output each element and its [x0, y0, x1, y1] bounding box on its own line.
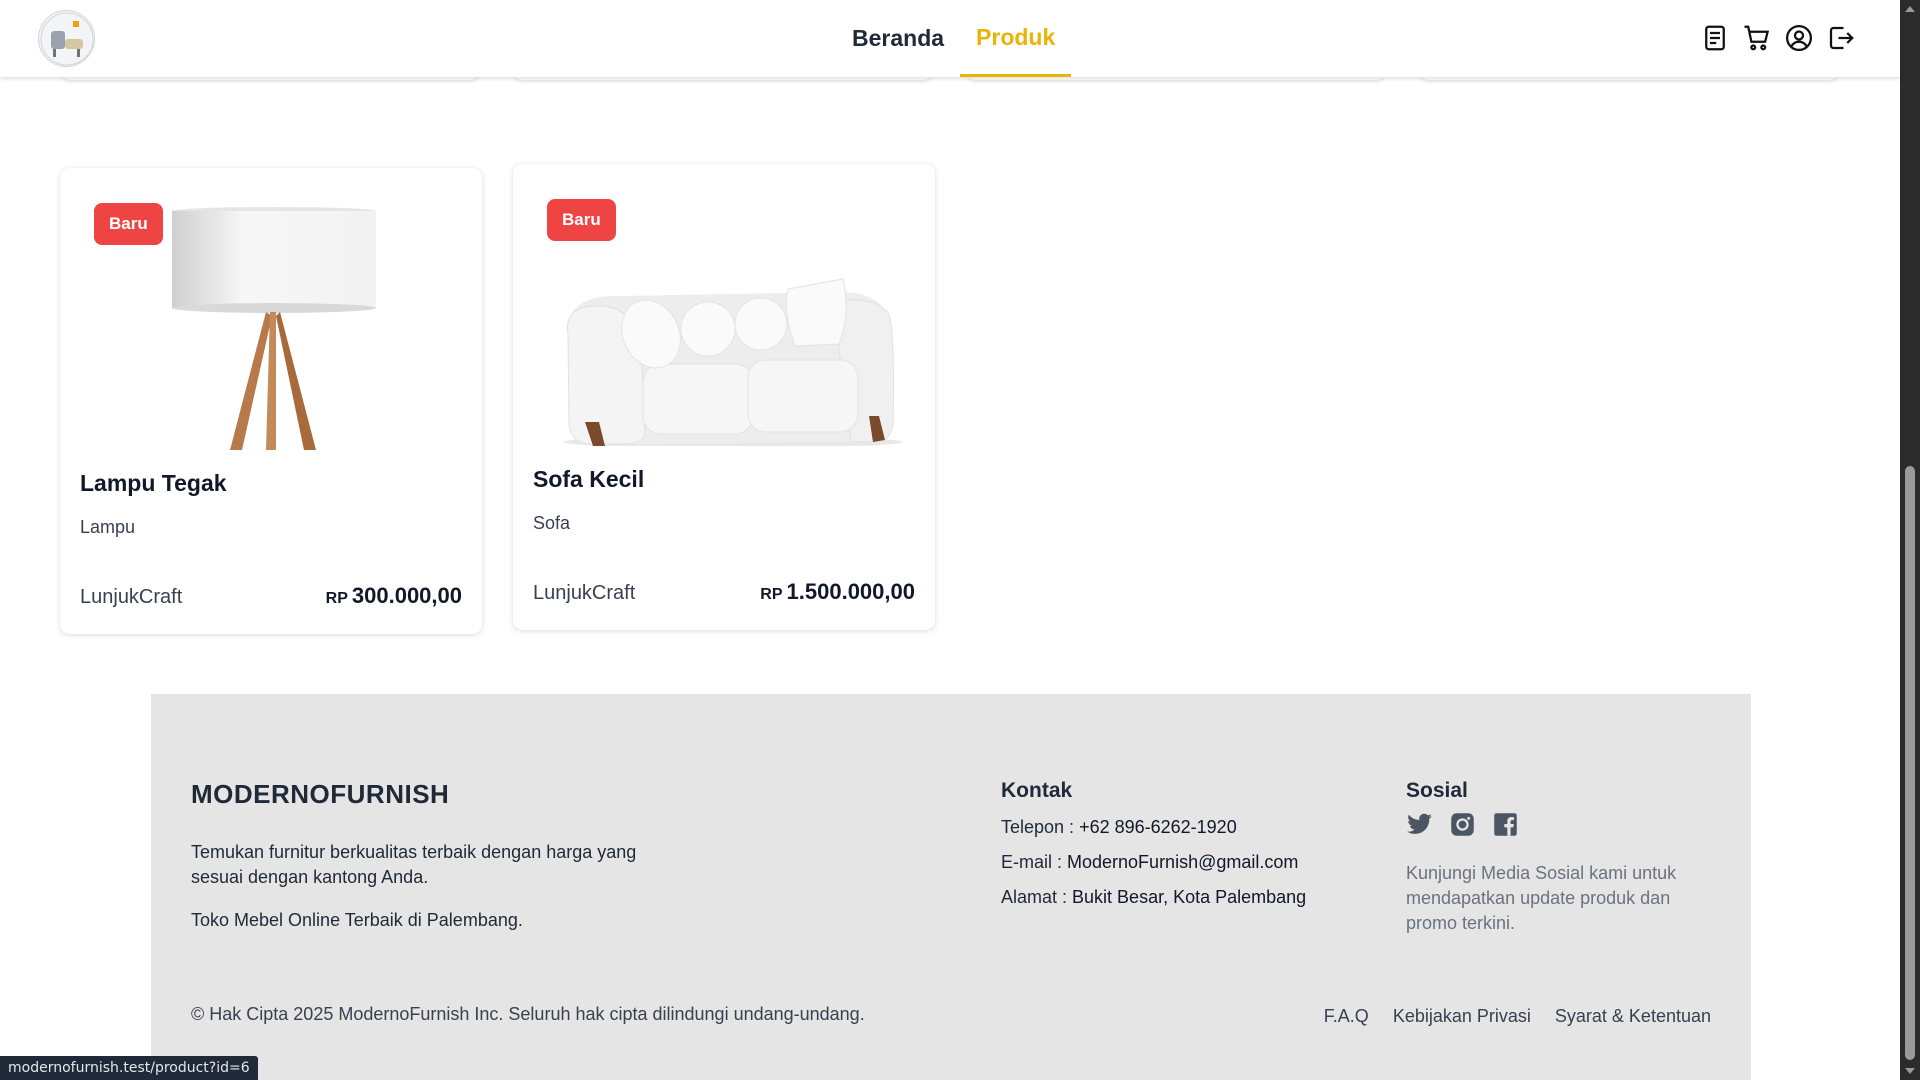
logout-icon[interactable] [1826, 23, 1856, 53]
instagram-icon[interactable] [1449, 811, 1476, 838]
facebook-icon[interactable] [1492, 811, 1519, 838]
social-description: Kunjungi Media Sosial kami untuk mendapa… [1406, 863, 1677, 933]
link-privacy-policy[interactable]: Kebijakan Privasi [1393, 1006, 1531, 1027]
scroll-up-icon[interactable] [1905, 6, 1915, 12]
price-value: 1.500.000,00 [786, 579, 915, 604]
product-name: Sofa Kecil [533, 466, 645, 492]
contact-title: Kontak [1001, 779, 1073, 802]
product-price: RP 300.000,00 [326, 583, 462, 609]
currency-label: RP [760, 586, 783, 603]
currency-label: RP [325, 590, 348, 607]
product-category: Sofa [533, 513, 571, 533]
header-actions [1700, 23, 1856, 53]
copyright: © Hak Cipta 2025 ModernoFurnish Inc. Sel… [191, 1004, 865, 1024]
logo-icon [40, 12, 94, 66]
nav-beranda[interactable]: Beranda [836, 0, 960, 77]
product-seller: LunjukCraft [533, 582, 636, 604]
user-icon[interactable] [1784, 23, 1814, 53]
email-value[interactable]: ModernoFurnish@gmail.com [1067, 852, 1298, 872]
twitter-icon[interactable] [1406, 811, 1433, 838]
footer-tagline: Toko Mebel Online Terbaik di Palembang. [191, 910, 523, 930]
cart-icon[interactable] [1742, 23, 1772, 53]
footer: MODERNOFURNISH Temukan furnitur berkuali… [151, 694, 1751, 1080]
footer-links: F.A.Q Kebijakan Privasi Syarat & Ketentu… [1324, 1006, 1711, 1027]
logo[interactable] [38, 10, 95, 67]
contact-address: Alamat : Bukit Besar, Kota Palembang [1001, 887, 1306, 908]
scroll-thumb[interactable] [1905, 466, 1915, 1060]
price-value: 300.000,00 [351, 583, 462, 608]
product-price: RP 1.500.000,00 [760, 579, 915, 605]
product-name: Lampu Tegak [80, 470, 227, 496]
phone-label: Telepon : [1001, 817, 1080, 837]
top-navbar: Beranda Produk [0, 0, 1900, 77]
product-seller: LunjukCraft [80, 586, 183, 608]
new-badge: Baru [547, 199, 616, 241]
phone-value[interactable]: +62 896-6262-1920 [1079, 817, 1237, 837]
social-icons [1406, 811, 1519, 838]
address-value: Bukit Besar, Kota Palembang [1072, 887, 1307, 907]
main-nav: Beranda Produk [836, 0, 1072, 77]
new-badge: Baru [94, 203, 163, 245]
link-status-bar: modernofurnish.test/product?id=6 [0, 1056, 258, 1080]
contact-phone: Telepon : +62 896-6262-1920 [1001, 817, 1237, 838]
email-label: E-mail : [1001, 852, 1068, 872]
social-title: Sosial [1406, 779, 1468, 802]
receipt-icon[interactable] [1700, 23, 1730, 53]
link-faq[interactable]: F.A.Q [1324, 1006, 1369, 1027]
link-terms[interactable]: Syarat & Ketentuan [1555, 1006, 1711, 1027]
nav-produk[interactable]: Produk [960, 0, 1072, 77]
footer-brand: MODERNOFURNISH [191, 779, 450, 809]
product-category: Lampu [80, 517, 136, 537]
address-label: Alamat : [1001, 887, 1073, 907]
footer-description: Temukan furnitur berkualitas terbaik den… [191, 842, 637, 887]
contact-email: E-mail : ModernoFurnish@gmail.com [1001, 852, 1298, 873]
page-scrollbar[interactable] [1900, 0, 1920, 1080]
product-card[interactable]: Baru Lampu Tegak Lampu LunjukCraft RP 300… [60, 168, 482, 634]
product-card[interactable]: Baru Sofa Kecil Sofa LunjukCraft RP 1.500… [513, 164, 935, 630]
scroll-down-icon[interactable] [1905, 1068, 1915, 1074]
